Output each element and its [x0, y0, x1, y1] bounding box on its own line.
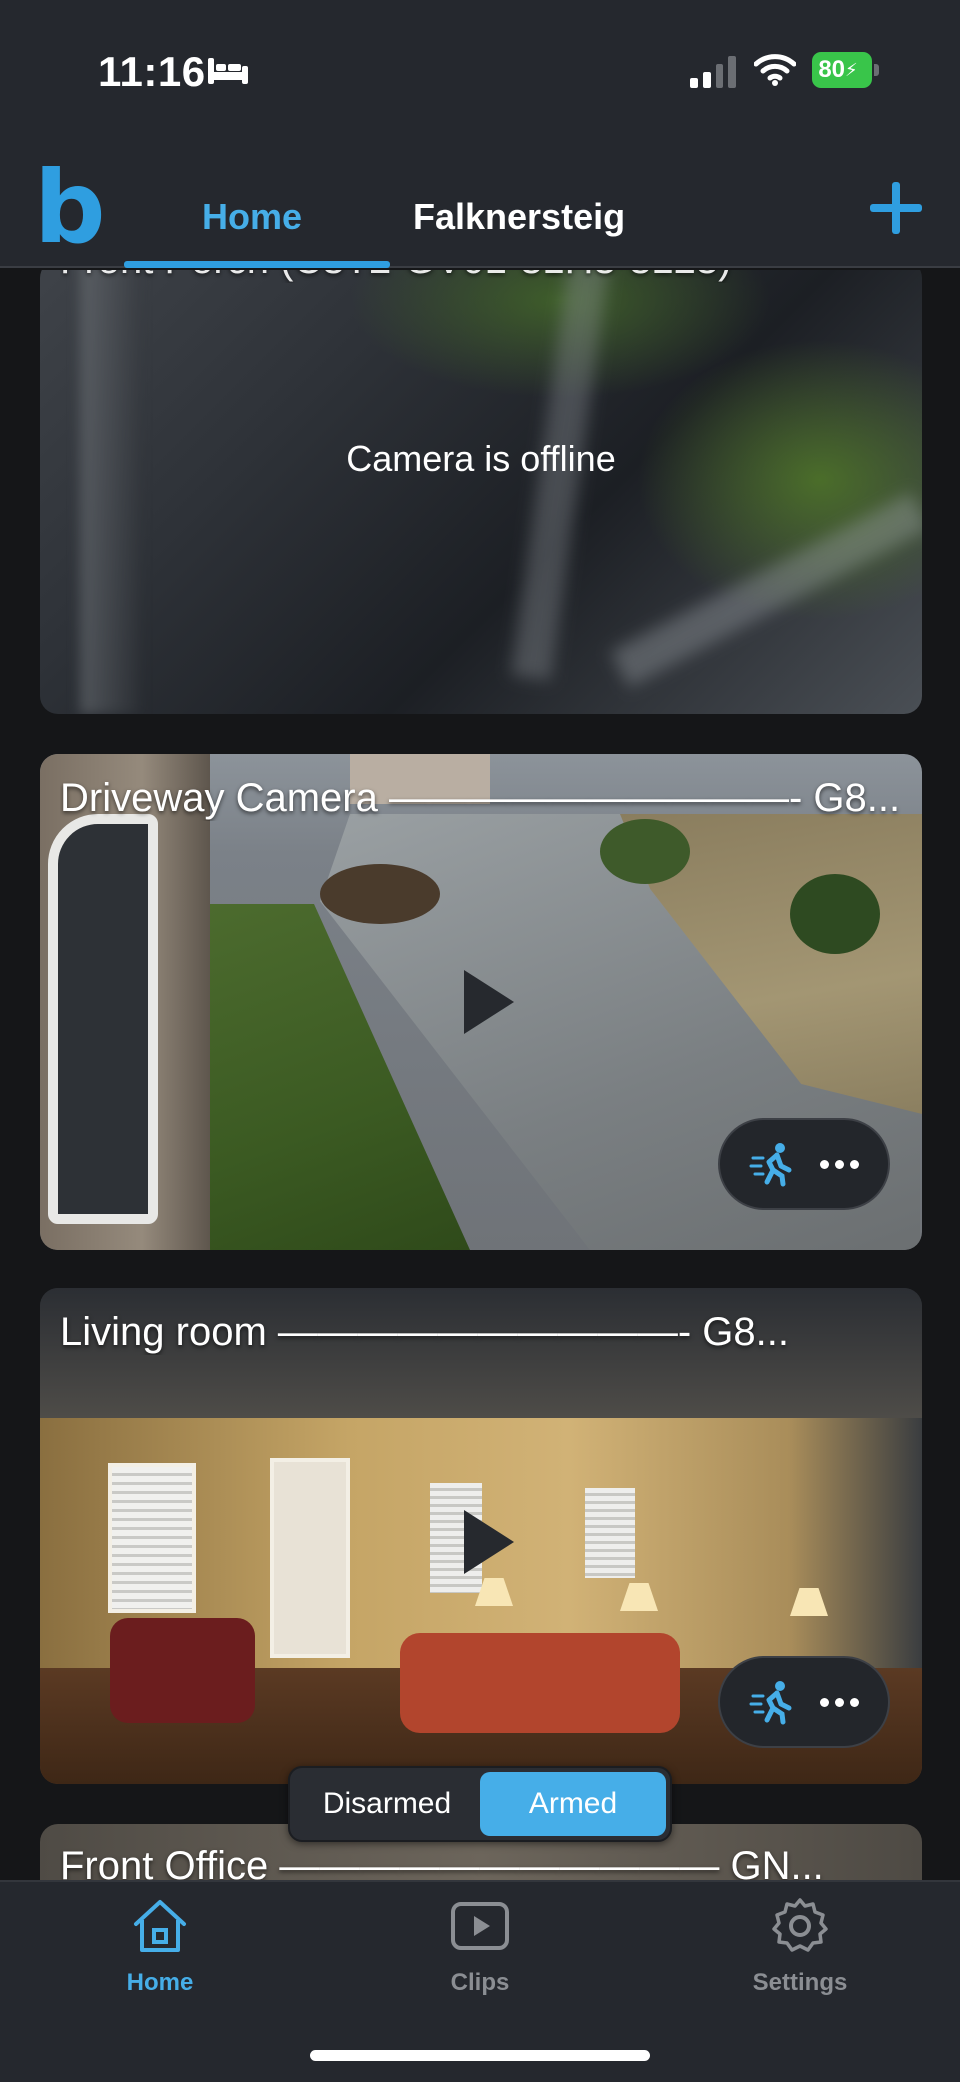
more-options-icon[interactable]: [819, 1159, 859, 1169]
cellular-signal-icon: [690, 54, 736, 88]
bottom-tab-label: Home: [126, 1969, 194, 1996]
armed-option[interactable]: Armed: [480, 1772, 666, 1836]
motion-detection-icon[interactable]: [749, 1140, 797, 1188]
tab-falknersteig[interactable]: Falknersteig: [413, 196, 625, 238]
play-icon[interactable]: [456, 970, 516, 1034]
camera-title: Front Office ——————————— GN...: [60, 1844, 824, 1880]
status-bar: 11:16 80 ⚡: [0, 0, 960, 140]
bottom-tab-bar: Home Clips Settings: [0, 1880, 960, 2082]
battery-level: 80: [818, 56, 846, 83]
camera-title: Living room ——————————- G8...: [60, 1310, 790, 1354]
bottom-tab-label: Settings: [752, 1969, 848, 1996]
tab-home[interactable]: Home: [202, 196, 302, 238]
more-options-icon[interactable]: [819, 1697, 859, 1707]
motion-detection-icon[interactable]: [749, 1678, 797, 1726]
camera-action-pill: [718, 1118, 890, 1210]
camera-title: Driveway Camera ——————————- G8...: [60, 776, 901, 820]
camera-feed[interactable]: Front Porch (C3T2-GV01-31H3-3123) Camera…: [0, 270, 960, 1880]
top-navigation: b Home Falknersteig: [0, 140, 960, 268]
bed-icon: [208, 58, 248, 84]
camera-card-driveway[interactable]: Driveway Camera ——————————- G8...: [40, 754, 922, 1250]
blink-logo: b: [34, 149, 106, 266]
bottom-tab-label: Clips: [450, 1969, 510, 1996]
camera-card-front-porch[interactable]: Front Porch (C3T2-GV01-31H3-3123) Camera…: [40, 270, 922, 714]
play-icon[interactable]: [456, 1510, 516, 1574]
camera-card-living-room[interactable]: Living room ——————————- G8...: [40, 1288, 922, 1784]
wifi-icon: [754, 54, 796, 86]
camera-title: Front Porch (C3T2-GV01-31H3-3123): [60, 270, 902, 283]
gear-icon: [772, 1898, 828, 1952]
bottom-tab-home[interactable]: Home: [80, 1896, 240, 1997]
camera-offline-status: Camera is offline: [346, 438, 616, 479]
camera-action-pill: [718, 1656, 890, 1748]
status-time: 11:16: [98, 48, 206, 95]
bottom-tab-clips[interactable]: Clips: [400, 1896, 560, 1997]
arm-disarm-toggle: Disarmed Armed: [288, 1766, 672, 1842]
home-icon: [134, 1900, 186, 1952]
battery-charging-icon: 80 ⚡: [812, 52, 880, 88]
plus-icon[interactable]: [870, 182, 922, 234]
active-tab-indicator: [124, 261, 390, 268]
bottom-tab-settings[interactable]: Settings: [720, 1896, 880, 1997]
clips-play-icon: [451, 1902, 509, 1950]
home-indicator[interactable]: [310, 2050, 650, 2061]
disarmed-option[interactable]: Disarmed: [294, 1772, 480, 1836]
